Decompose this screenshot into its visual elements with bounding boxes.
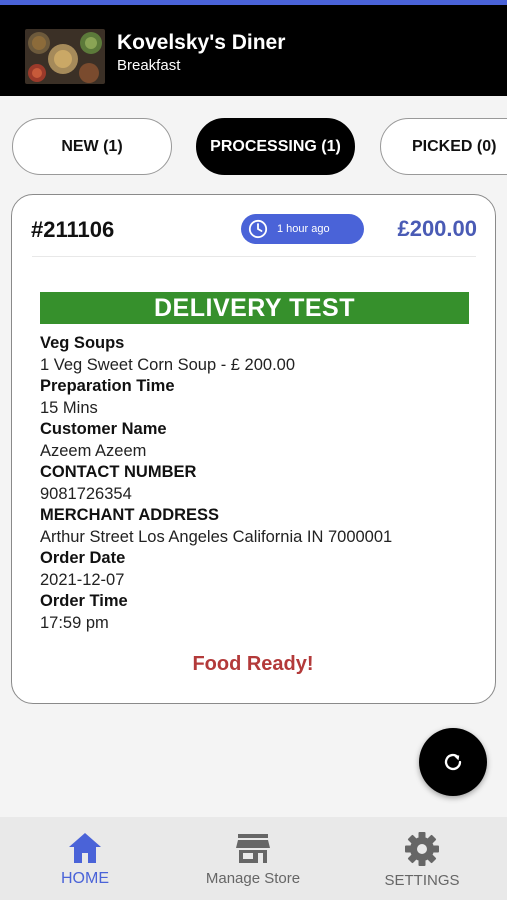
item-line: 1 Veg Sweet Corn Soup - £ 200.00 — [40, 355, 296, 374]
clock-icon — [248, 219, 268, 239]
order-date-value: 2021-12-07 — [40, 570, 125, 589]
home-icon — [69, 833, 101, 863]
store-name: Kovelsky's Diner — [117, 31, 286, 54]
bottom-navigation: HOME Manage Store SETTINGS — [0, 817, 507, 900]
order-time-label: Order Time — [40, 592, 128, 610]
order-card[interactable]: #211106 1 hour ago £200.00 DELIVERY TEST… — [11, 194, 496, 704]
store-category: Breakfast — [117, 57, 181, 74]
order-type-banner: DELIVERY TEST — [40, 292, 469, 324]
contact-number-label: CONTACT NUMBER — [40, 463, 197, 481]
gear-icon — [405, 832, 439, 866]
time-badge: 1 hour ago — [241, 214, 364, 244]
food-ready-button[interactable]: Food Ready! — [12, 653, 494, 676]
order-time-value: 17:59 pm — [40, 613, 109, 632]
nav-settings[interactable]: SETTINGS — [372, 817, 472, 900]
order-status-tabs: NEW (1) PROCESSING (1) PICKED (0) — [0, 118, 507, 175]
store-icon — [236, 834, 270, 863]
prep-time-label: Preparation Time — [40, 377, 175, 395]
tab-processing[interactable]: PROCESSING (1) — [196, 118, 355, 175]
app-header: Kovelsky's Diner Breakfast — [0, 5, 507, 96]
restaurant-thumbnail — [25, 29, 105, 84]
prep-time-value: 15 Mins — [40, 398, 98, 417]
refresh-button[interactable] — [419, 728, 487, 796]
order-date-label: Order Date — [40, 549, 126, 567]
customer-name-label: Customer Name — [40, 420, 167, 438]
nav-manage-store-label: Manage Store — [205, 870, 301, 887]
nav-manage-store[interactable]: Manage Store — [193, 817, 313, 900]
customer-name-value: Azeem Azeem — [40, 441, 147, 460]
order-id: #211106 — [31, 217, 115, 242]
nav-home-label: HOME — [61, 870, 109, 887]
tab-picked[interactable]: PICKED (0) — [380, 118, 507, 175]
nav-settings-label: SETTINGS — [384, 872, 460, 889]
nav-home[interactable]: HOME — [35, 817, 135, 900]
card-divider — [32, 256, 476, 257]
time-ago-label: 1 hour ago — [277, 223, 330, 235]
merchant-address-label: MERCHANT ADDRESS — [40, 506, 220, 524]
merchant-address-value: Arthur Street Los Angeles California IN … — [40, 527, 393, 546]
contact-number-value: 9081726354 — [40, 484, 132, 503]
tab-new[interactable]: NEW (1) — [12, 118, 172, 175]
item-category-label: Veg Soups — [40, 334, 125, 352]
order-total: £200.00 — [397, 216, 477, 241]
order-details: Veg Soups 1 Veg Sweet Corn Soup - £ 200.… — [40, 333, 480, 634]
refresh-icon — [444, 753, 462, 771]
